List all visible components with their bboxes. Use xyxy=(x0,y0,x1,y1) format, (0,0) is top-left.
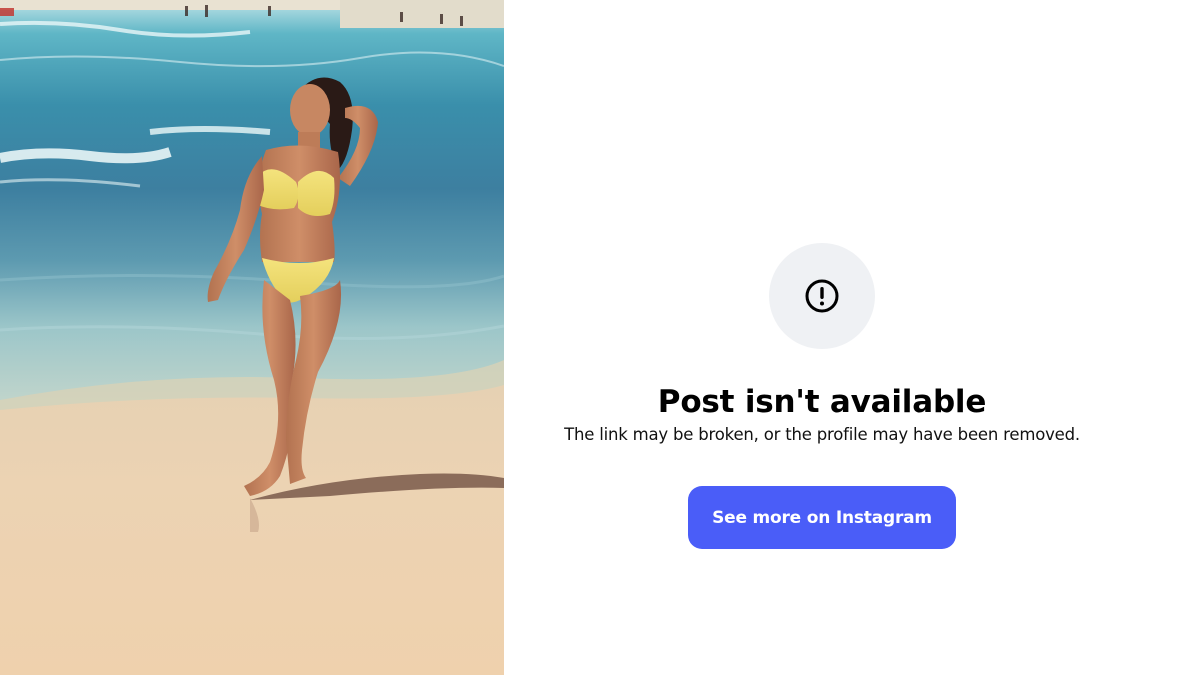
beach-photo xyxy=(0,0,504,675)
see-more-on-instagram-button[interactable]: See more on Instagram xyxy=(688,486,956,549)
page: Post isn't available The link may be bro… xyxy=(0,0,1200,675)
error-title: Post isn't available xyxy=(657,384,987,420)
embed-error-content: Post isn't available The link may be bro… xyxy=(504,243,1140,549)
error-subtitle: The link may be broken, or the profile m… xyxy=(564,425,1080,444)
alert-icon-circle xyxy=(769,243,875,349)
alert-circle-icon xyxy=(804,278,840,314)
embed-panel: Post isn't available The link may be bro… xyxy=(504,0,1200,675)
